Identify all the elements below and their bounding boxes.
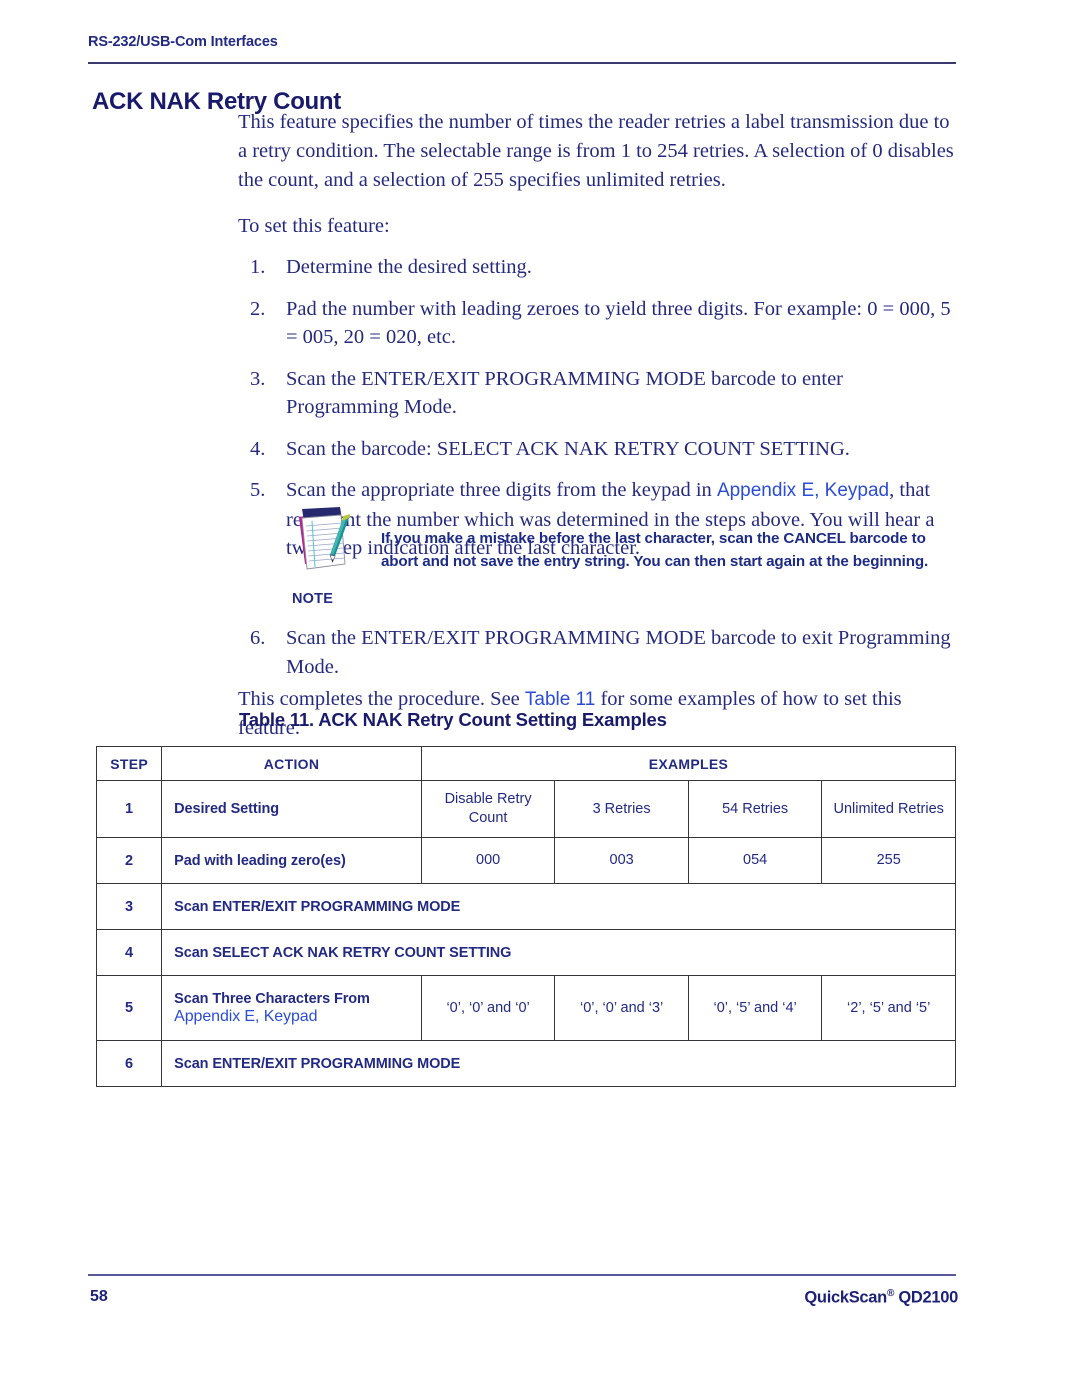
table-row: 6 Scan ENTER/EXIT PROGRAMMING MODE <box>95 1040 956 1087</box>
registered-mark-icon: ® <box>886 1288 895 1299</box>
table-11-link[interactable]: Table 11 <box>525 689 595 710</box>
intro-paragraph: This feature specifies the number of tim… <box>238 111 954 191</box>
cell-example: Unlimited Retries <box>821 780 956 838</box>
list-item: 2. Pad the number with leading zeroes to… <box>238 295 960 352</box>
table-row: 5 Scan Three Characters From Appendix E,… <box>95 975 956 1041</box>
product-name-text: QuickScan <box>804 1288 887 1307</box>
step-number: 4. <box>250 437 266 460</box>
step-number: 1. <box>250 256 266 278</box>
step-text: Scan the barcode: SELECT ACK NAK RETRY C… <box>286 437 850 460</box>
table-row: 4 Scan SELECT ACK NAK RETRY COUNT SETTIN… <box>95 929 956 976</box>
page-number: 58 <box>90 1288 108 1305</box>
step-number: 3. <box>250 367 266 390</box>
list-item: 3. Scan the ENTER/EXIT PROGRAMMING MODE … <box>238 365 960 422</box>
note-text: If you make a mistake before the last ch… <box>381 530 929 570</box>
cell-action: Pad with leading zero(es) <box>161 837 422 884</box>
column-header-step: STEP <box>95 746 163 781</box>
product-name: QuickScan® QD2100 <box>804 1288 958 1308</box>
note-label: NOTE <box>292 591 334 607</box>
cell-step: 6 <box>95 1040 163 1087</box>
cell-example: ‘0’, ‘0’ and ‘0’ <box>420 975 556 1041</box>
closing-text-before-link: This completes the procedure. See <box>238 688 525 710</box>
document-page: RS-232/USB-Com Interfaces ACK NAK Retry … <box>0 0 1080 1397</box>
cell-action: Scan ENTER/EXIT PROGRAMMING MODE <box>161 1040 956 1087</box>
cell-example: 54 Retries <box>687 780 823 838</box>
appendix-e-keypad-link[interactable]: Appendix E, Keypad <box>717 480 889 501</box>
list-item: 1. Determine the desired setting. <box>238 253 960 282</box>
step-number: 6. <box>250 627 266 649</box>
cell-example: 054 <box>687 837 823 884</box>
cell-step: 5 <box>95 975 163 1041</box>
cell-example: Disable Retry Count <box>420 780 556 838</box>
cell-action: Scan SELECT ACK NAK RETRY COUNT SETTING <box>161 929 956 976</box>
cell-action: Desired Setting <box>161 780 422 838</box>
running-header: RS-232/USB-Com Interfaces <box>88 34 278 50</box>
table-caption: Table 11. ACK NAK Retry Count Setting Ex… <box>239 709 667 730</box>
footer-divider <box>88 1274 956 1276</box>
cell-example: ‘0’, ‘0’ and ‘3’ <box>554 975 689 1041</box>
step-text: Determine the desired setting. <box>286 256 532 278</box>
note-block: NOTE If you make a mistake before the la… <box>285 507 955 612</box>
appendix-e-keypad-link-table[interactable]: Appendix E, Keypad <box>174 1008 421 1026</box>
cell-action-label: Scan Three Characters From <box>174 990 370 1007</box>
header-divider <box>88 62 956 64</box>
body-content: This feature specifies the number of tim… <box>238 108 960 576</box>
cell-example: 000 <box>420 837 556 884</box>
step-number: 5. <box>250 479 266 501</box>
table-header-row: STEP ACTION EXAMPLES <box>95 746 957 781</box>
step-text: Pad the number with leading zeroes to yi… <box>286 297 951 349</box>
cell-example: 003 <box>554 837 689 884</box>
cell-step: 3 <box>95 883 163 930</box>
cell-step: 2 <box>95 837 163 884</box>
column-header-action: ACTION <box>161 746 422 781</box>
step-text-before-link: Scan the appropriate three digits from t… <box>286 479 717 501</box>
notepad-pen-icon <box>285 507 355 573</box>
list-item: 6. Scan the ENTER/EXIT PROGRAMMING MODE … <box>238 624 962 681</box>
table-row: 1 Desired Setting Disable Retry Count 3 … <box>95 780 956 838</box>
table-row: 2 Pad with leading zero(es) 000 003 054 … <box>95 837 956 884</box>
column-header-examples: EXAMPLES <box>420 746 957 781</box>
table-row: 3 Scan ENTER/EXIT PROGRAMMING MODE <box>95 883 956 930</box>
step-number: 2. <box>250 297 266 320</box>
steps-list-continued: 6. Scan the ENTER/EXIT PROGRAMMING MODE … <box>238 624 962 681</box>
cell-example: 3 Retries <box>554 780 689 838</box>
step-text: Scan the ENTER/EXIT PROGRAMMING MODE bar… <box>286 367 844 419</box>
cell-example: 255 <box>821 837 956 884</box>
list-item: 4. Scan the barcode: SELECT ACK NAK RETR… <box>238 435 960 464</box>
cell-step: 1 <box>95 780 163 838</box>
cell-action: Scan ENTER/EXIT PROGRAMMING MODE <box>161 883 956 930</box>
ack-nak-retry-count-table: STEP ACTION EXAMPLES 1 Desired Setting D… <box>95 746 957 1087</box>
product-model-text: QD2100 <box>894 1288 958 1307</box>
cell-example: ‘2’, ‘5’ and ‘5’ <box>821 975 956 1041</box>
cell-step: 4 <box>95 929 163 976</box>
cell-action: Scan Three Characters From Appendix E, K… <box>161 975 422 1041</box>
cell-example: ‘0’, ‘5’ and ‘4’ <box>687 975 823 1041</box>
step-text: Scan the ENTER/EXIT PROGRAMMING MODE bar… <box>286 627 951 678</box>
to-set-feature-line: To set this feature: <box>238 215 390 237</box>
